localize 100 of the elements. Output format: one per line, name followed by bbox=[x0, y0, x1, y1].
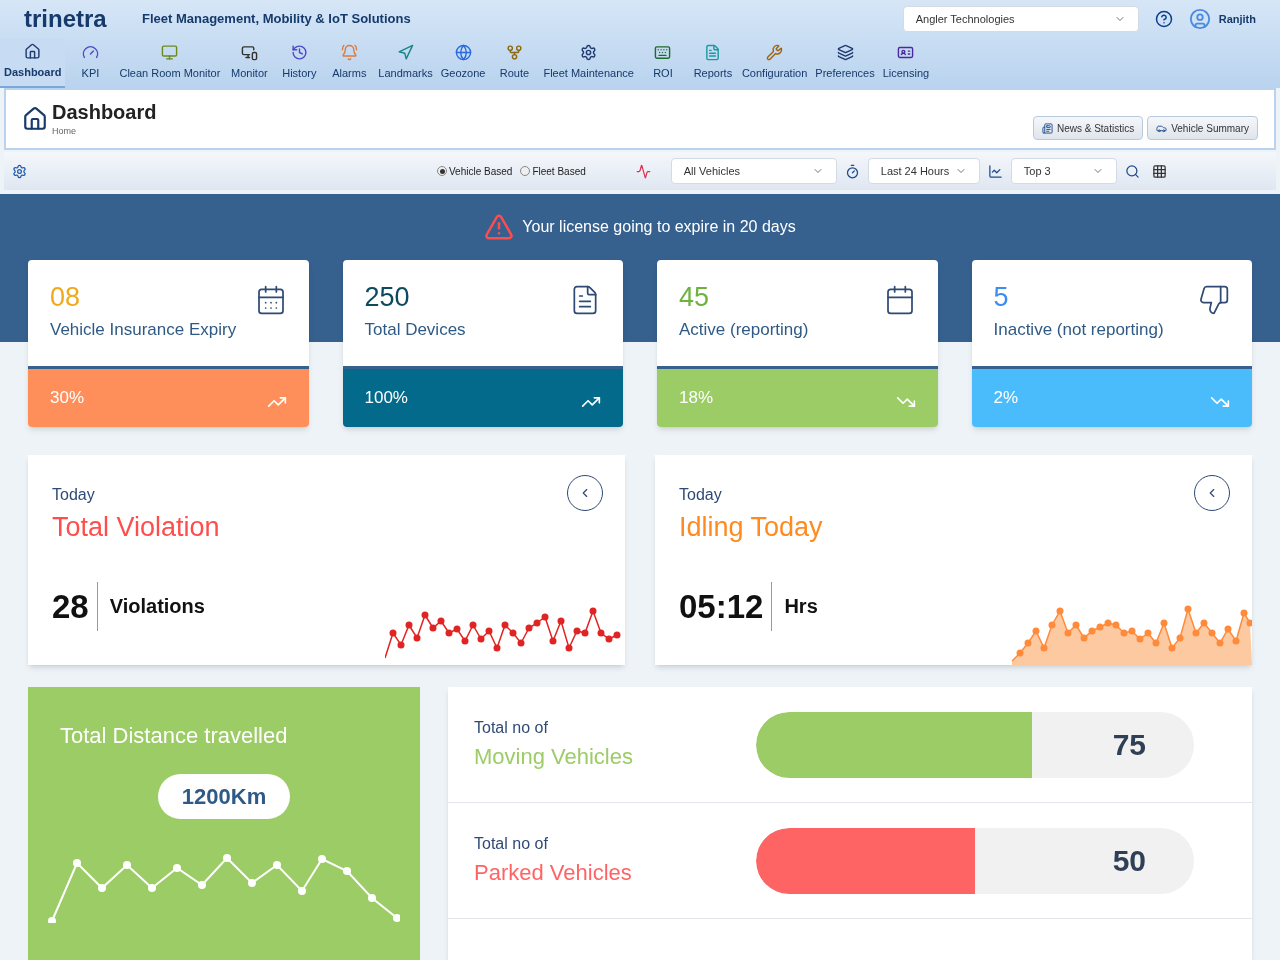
card-caption: Today bbox=[679, 485, 723, 505]
distance-point bbox=[73, 859, 81, 867]
grid-icon[interactable] bbox=[1151, 163, 1167, 179]
user-name[interactable]: Ranjith bbox=[1218, 10, 1256, 28]
distance-point bbox=[368, 894, 376, 902]
row-caption: Total no of bbox=[474, 718, 549, 738]
stat-label: Active (reporting) bbox=[679, 319, 809, 341]
nav-tab[interactable]: Route bbox=[489, 38, 540, 88]
radio-option[interactable]: Vehicle Based bbox=[437, 163, 513, 179]
license-alert-text: Your license going to expire in 20 days bbox=[522, 217, 796, 237]
layers-icon bbox=[836, 44, 854, 62]
sparkline-point bbox=[1016, 649, 1024, 657]
nav-tab[interactable]: KPI bbox=[65, 38, 116, 88]
nav-tab[interactable]: Fleet Maintenance bbox=[539, 38, 638, 88]
search-icon[interactable] bbox=[1124, 163, 1140, 179]
newspaper-icon bbox=[1041, 122, 1053, 134]
sparkline-point bbox=[1184, 605, 1192, 613]
company-select[interactable]: Angler Technologies bbox=[902, 6, 1139, 32]
globe-icon bbox=[454, 44, 472, 62]
sparkline-point bbox=[517, 639, 525, 647]
today-value: 05:12 bbox=[679, 581, 773, 631]
sparkline-point bbox=[1216, 639, 1224, 647]
sparkline-point bbox=[549, 637, 557, 645]
page-title: Dashboard bbox=[52, 99, 157, 125]
history-icon bbox=[290, 44, 308, 62]
sparkline-point bbox=[1232, 637, 1240, 645]
vehicles-select[interactable]: All Vehicles bbox=[670, 158, 837, 184]
nav-tab[interactable]: Licensing bbox=[878, 38, 934, 88]
nav-tab[interactable]: Landmarks bbox=[374, 38, 437, 88]
header-button[interactable]: News & Statistics bbox=[1032, 116, 1144, 140]
keyboard-icon bbox=[654, 44, 672, 62]
stat-label: Vehicle Insurance Expiry bbox=[50, 319, 237, 341]
help-icon[interactable] bbox=[1154, 10, 1173, 28]
period-select[interactable]: Last 24 Hours bbox=[867, 158, 980, 184]
nav-tab[interactable]: Alarms bbox=[324, 38, 375, 88]
screens-icon bbox=[240, 44, 258, 62]
sparkline-point bbox=[565, 644, 573, 652]
breadcrumb[interactable]: Home bbox=[52, 124, 157, 139]
stopwatch-icon[interactable] bbox=[844, 163, 860, 179]
distance-point bbox=[148, 884, 156, 892]
stat-footer: 30% bbox=[28, 369, 309, 427]
sparkline-point bbox=[1246, 619, 1252, 627]
nav-tab[interactable]: ROI bbox=[637, 38, 688, 88]
route-icon bbox=[505, 44, 523, 62]
nav-tab[interactable]: Clean Room Monitor bbox=[115, 38, 225, 88]
sparkline-point bbox=[469, 621, 477, 629]
distance-point bbox=[298, 887, 306, 895]
row-title: Parked Vehicles bbox=[474, 859, 633, 887]
sparkline-point bbox=[1040, 644, 1048, 652]
sparkline-point bbox=[589, 607, 597, 615]
row-caption: Total no of bbox=[474, 834, 549, 854]
bell-icon bbox=[340, 44, 358, 62]
line-chart-icon[interactable] bbox=[987, 163, 1003, 179]
stat-footer: 2% bbox=[971, 369, 1252, 427]
top-select[interactable]: Top 3 bbox=[1010, 158, 1117, 184]
radio-button[interactable] bbox=[520, 166, 531, 176]
today-value: 28 bbox=[52, 581, 98, 631]
card-title: Total Violation bbox=[52, 511, 220, 544]
stat-value: 5 bbox=[993, 284, 1010, 311]
stat-footer: 100% bbox=[342, 369, 623, 427]
nav-tab[interactable]: Preferences bbox=[811, 38, 879, 88]
sparkline-point bbox=[421, 611, 429, 619]
logo: trinetra bbox=[24, 4, 108, 34]
sparkline-point bbox=[1168, 644, 1176, 652]
settings-icon[interactable] bbox=[12, 163, 27, 179]
sparkline-point bbox=[1056, 607, 1064, 615]
distance-point bbox=[343, 867, 351, 875]
sparkline-point bbox=[1240, 609, 1248, 617]
today-unit: Violations bbox=[108, 594, 205, 620]
home-icon bbox=[24, 43, 42, 61]
card-title: Total Distance travelled bbox=[60, 722, 288, 750]
radio-button[interactable] bbox=[437, 166, 447, 176]
nav-tab[interactable]: Reports bbox=[687, 38, 738, 88]
sparkline-point bbox=[1152, 639, 1160, 647]
vehicle-count: 75 bbox=[1112, 727, 1146, 763]
distance-point bbox=[318, 855, 326, 863]
sparkline-point bbox=[413, 634, 421, 642]
distance-point bbox=[173, 864, 181, 872]
tagline: Fleet Management, Mobility & IoT Solutions bbox=[142, 10, 411, 29]
radio-option[interactable]: Fleet Based bbox=[520, 163, 586, 179]
distance-point bbox=[273, 861, 281, 869]
trend-lines-icon[interactable] bbox=[635, 163, 651, 179]
document-icon bbox=[704, 44, 722, 62]
nav-tab[interactable]: Geozone bbox=[436, 38, 490, 88]
distance-point bbox=[123, 861, 131, 869]
stat-value: 08 bbox=[50, 284, 82, 311]
diamond-arrow-icon bbox=[397, 44, 415, 62]
vehicle-count: 50 bbox=[1112, 843, 1146, 879]
distance-point bbox=[223, 854, 231, 862]
nav-tab[interactable]: History bbox=[274, 38, 325, 88]
nav-tab[interactable]: Configuration bbox=[737, 38, 812, 88]
header-button[interactable]: Vehicle Summary bbox=[1147, 116, 1258, 140]
user-avatar-icon bbox=[1188, 8, 1211, 30]
sparkline-point bbox=[1160, 619, 1168, 627]
today-unit: Hrs bbox=[783, 594, 818, 620]
home-icon bbox=[22, 106, 48, 132]
nav-tab[interactable]: Monitor bbox=[224, 38, 275, 88]
distance-point bbox=[98, 884, 106, 892]
distance-point bbox=[248, 879, 256, 887]
warning-icon bbox=[484, 212, 515, 242]
